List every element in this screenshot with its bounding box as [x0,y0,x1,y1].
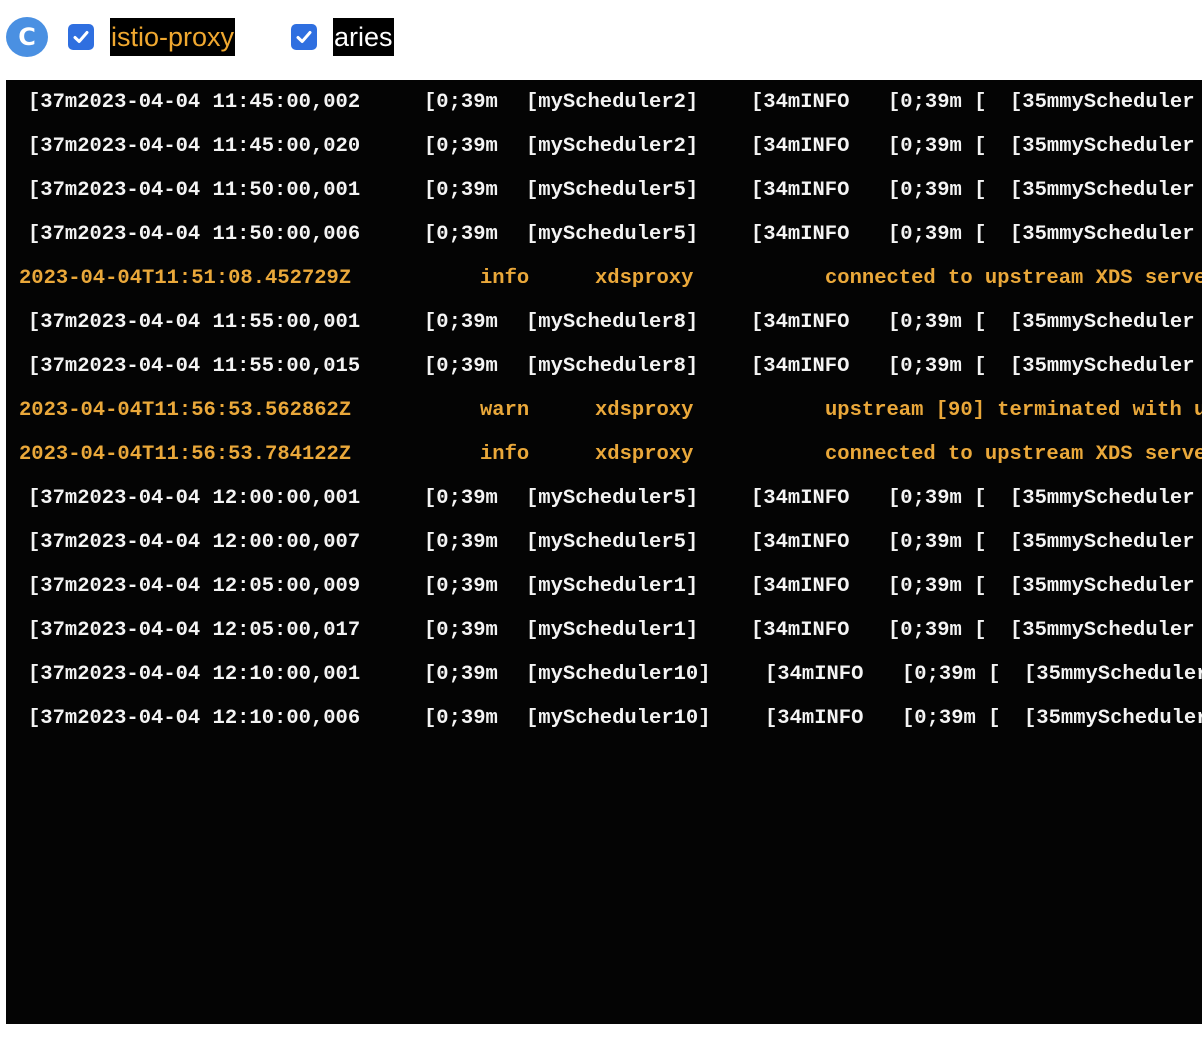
log-level: warn [480,399,530,422]
log-timestamp: [37m2023-04-04 11:55:00,015 [28,355,361,378]
log-reset-code: [0;39m [424,355,498,378]
log-thread: [myScheduler8] [526,355,699,378]
log-reset-code: [0;39m [424,487,498,510]
log-message: connected to upstream XDS server: istiod… [825,443,1202,466]
log-logger-prefix: [0;39m [ [888,619,987,642]
log-reset-code: [0;39m [424,91,498,114]
log-logger: [35mmyScheduler [1024,663,1202,686]
log-level: [34mINFO [751,619,850,642]
log-thread: [myScheduler5] [526,179,699,202]
istio-proxy-checkbox[interactable] [68,24,94,50]
checkmark-icon [296,31,312,43]
log-thread: [myScheduler5] [526,531,699,554]
log-level: info [480,267,530,290]
log-thread: [myScheduler1] [526,575,699,598]
log-logger: [35mmyScheduler [1010,311,1195,334]
log-logger: [35mmyScheduler [1010,223,1195,246]
log-logger: [35mmyScheduler [1010,619,1195,642]
log-logger: [35mmyScheduler [1010,91,1195,114]
log-logger-prefix: [0;39m [ [888,135,987,158]
log-level: [34mINFO [751,487,850,510]
log-timestamp: 2023-04-04T11:56:53.562862Z [19,399,352,422]
log-message: connected to upstream XDS server: istiod… [825,267,1202,290]
aries-container-label[interactable]: aries [333,18,394,56]
aries-checkbox[interactable] [291,24,317,50]
log-logger-prefix: [0;39m [ [888,311,987,334]
log-reset-code: [0;39m [424,179,498,202]
log-logger: [35mmyScheduler [1010,531,1195,554]
log-logger: [35mmyScheduler [1010,575,1195,598]
log-timestamp: [37m2023-04-04 12:05:00,009 [28,575,361,598]
log-thread: [myScheduler5] [526,487,699,510]
log-scope: xdsproxy [595,443,694,466]
log-logger: [35mmyScheduler [1010,179,1195,202]
log-timestamp: [37m2023-04-04 12:00:00,007 [28,531,361,554]
log-level: [34mINFO [751,179,850,202]
container-filter-toolbar: C istio-proxy aries [0,0,1202,76]
log-thread: [myScheduler2] [526,91,699,114]
log-timestamp: [37m2023-04-04 11:55:00,001 [28,311,361,334]
log-timestamp: [37m2023-04-04 11:45:00,020 [28,135,361,158]
log-level: [34mINFO [751,531,850,554]
log-logger-prefix: [0;39m [ [888,487,987,510]
log-reset-code: [0;39m [424,663,498,686]
log-reset-code: [0;39m [424,135,498,158]
log-level: [34mINFO [765,663,864,686]
log-logger-prefix: [0;39m [ [888,531,987,554]
log-timestamp: [37m2023-04-04 11:45:00,002 [28,91,361,114]
log-timestamp: [37m2023-04-04 11:50:00,001 [28,179,361,202]
log-reset-code: [0;39m [424,575,498,598]
log-level: [34mINFO [765,707,864,730]
log-timestamp: 2023-04-04T11:56:53.784122Z [19,443,352,466]
log-logger-prefix: [0;39m [ [888,179,987,202]
log-logger-prefix: [0;39m [ [888,91,987,114]
log-thread: [myScheduler1] [526,619,699,642]
log-logger-prefix: [0;39m [ [902,663,1001,686]
log-logger-prefix: [0;39m [ [888,223,987,246]
log-logger-prefix: [0;39m [ [902,707,1001,730]
checkmark-icon [73,31,89,43]
log-timestamp: [37m2023-04-04 12:00:00,001 [28,487,361,510]
log-level: [34mINFO [751,355,850,378]
log-scope: xdsproxy [595,399,694,422]
log-level: [34mINFO [751,575,850,598]
log-logger: [35mmyScheduler [1010,135,1195,158]
log-logger: [35mmyScheduler [1010,355,1195,378]
log-level: [34mINFO [751,223,850,246]
log-timestamp: 2023-04-04T11:51:08.452729Z [19,267,352,290]
log-message: upstream [90] terminated with unexpected… [825,399,1202,422]
log-thread: [myScheduler5] [526,223,699,246]
log-level: [34mINFO [751,91,850,114]
istio-proxy-container-label[interactable]: istio-proxy [110,18,236,56]
log-logger: [35mmyScheduler [1024,707,1202,730]
log-reset-code: [0;39m [424,531,498,554]
log-thread: [myScheduler8] [526,311,699,334]
log-level: [34mINFO [751,311,850,334]
log-reset-code: [0;39m [424,311,498,334]
log-timestamp: [37m2023-04-04 12:10:00,001 [28,663,361,686]
log-thread: [myScheduler10] [526,707,711,730]
log-timestamp: [37m2023-04-04 12:05:00,017 [28,619,361,642]
log-thread: [myScheduler10] [526,663,711,686]
log-timestamp: [37m2023-04-04 11:50:00,006 [28,223,361,246]
log-scope: xdsproxy [595,267,694,290]
log-reset-code: [0;39m [424,223,498,246]
log-viewer-terminal[interactable]: [37m2023-04-04 11:45:00,002 [0;39m [mySche… [6,80,1202,1024]
log-logger-prefix: [0;39m [ [888,355,987,378]
log-logger: [35mmyScheduler [1010,487,1195,510]
log-level: [34mINFO [751,135,850,158]
log-timestamp: [37m2023-04-04 12:10:00,006 [28,707,361,730]
pod-avatar: C [6,17,48,57]
log-reset-code: [0;39m [424,619,498,642]
log-thread: [myScheduler2] [526,135,699,158]
log-logger-prefix: [0;39m [ [888,575,987,598]
log-reset-code: [0;39m [424,707,498,730]
log-level: info [480,443,530,466]
